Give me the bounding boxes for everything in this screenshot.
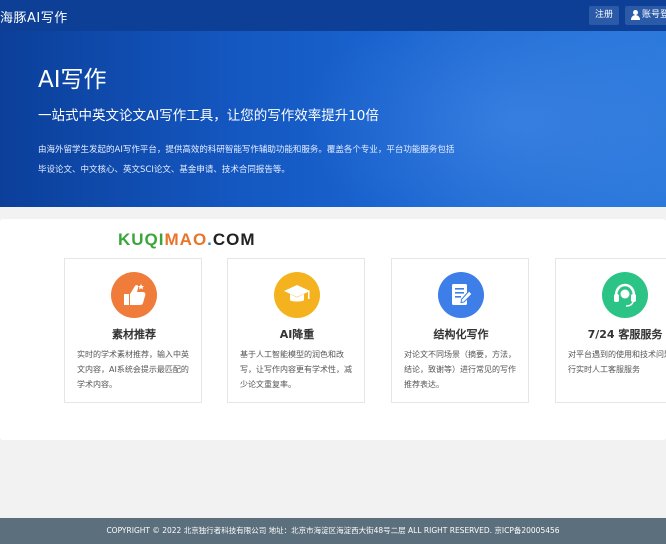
brand-logo[interactable]: 海豚AI写作 <box>0 7 68 26</box>
graduation-cap-icon <box>284 285 310 302</box>
feature-description: 对论文不同场景（摘要，方法，结论，致谢等）进行常见的写作推荐表达。 <box>404 350 516 389</box>
feature-card-support[interactable]: 7/24 客服服务 对平台遇到的使用和技术问题进行实时人工客服服务 <box>555 258 666 403</box>
feature-description: 对平台遇到的使用和技术问题进行实时人工客服服务 <box>568 350 666 374</box>
feature-description: 实时的学术素材推荐，输入中英文内容，AI系统会提示最匹配的学术内容。 <box>77 350 189 389</box>
top-navbar: 海豚AI写作 注册 账号登 <box>0 0 666 31</box>
feature-description: 基于人工智能模型的润色和改写，让写作内容更有学术性，减少论文重复率。 <box>240 350 352 389</box>
hero-description-line2: 毕设论文、中文核心、英文SCI论文、基金申请、技术合同报告等。 <box>38 165 290 175</box>
feature-icon-circle <box>602 272 648 318</box>
feature-card-rewrite[interactable]: AI降重 基于人工智能模型的润色和改写，让写作内容更有学术性，减少论文重复率。 <box>227 258 365 403</box>
feature-title: AI降重 <box>279 328 315 341</box>
watermark-logo: KUQIMAO.COM <box>118 230 256 249</box>
hero-subtitle: 一站式中英文论文AI写作工具，让您的写作效率提升10倍 <box>38 108 379 124</box>
feature-icon-circle <box>438 272 484 318</box>
feature-icon-circle <box>274 272 320 318</box>
hero-banner: AI写作 一站式中英文论文AI写作工具，让您的写作效率提升10倍 由海外留学生发… <box>0 31 666 207</box>
feature-icon-circle <box>111 272 157 318</box>
login-button[interactable]: 账号登 <box>625 6 666 25</box>
document-edit-icon <box>452 284 473 305</box>
user-icon <box>631 10 640 21</box>
footer-copyright: COPYRIGHT © 2022 北京独行者科技有限公司 地址：北京市海淀区海淀… <box>106 526 560 535</box>
feature-card-material[interactable]: 素材推荐 实时的学术素材推荐，输入中英文内容，AI系统会提示最匹配的学术内容。 <box>64 258 202 403</box>
login-label: 账号登 <box>642 10 666 20</box>
feature-title: 素材推荐 <box>112 328 156 341</box>
feature-card-structured[interactable]: 结构化写作 对论文不同场景（摘要，方法，结论，致谢等）进行常见的写作推荐表达。 <box>391 258 529 403</box>
register-button[interactable]: 注册 <box>589 6 619 25</box>
footer: COPYRIGHT © 2022 北京独行者科技有限公司 地址：北京市海淀区海淀… <box>0 518 666 544</box>
hero-title: AI写作 <box>38 67 107 93</box>
headset-icon <box>614 283 636 307</box>
thumbs-up-icon <box>124 284 146 305</box>
hero-description-line1: 由海外留学生发起的AI写作平台，提供高效的科研智能写作辅助功能和服务。覆盖各个专… <box>38 145 455 155</box>
feature-title: 结构化写作 <box>433 328 489 341</box>
feature-title: 7/24 客服服务 <box>587 328 663 341</box>
